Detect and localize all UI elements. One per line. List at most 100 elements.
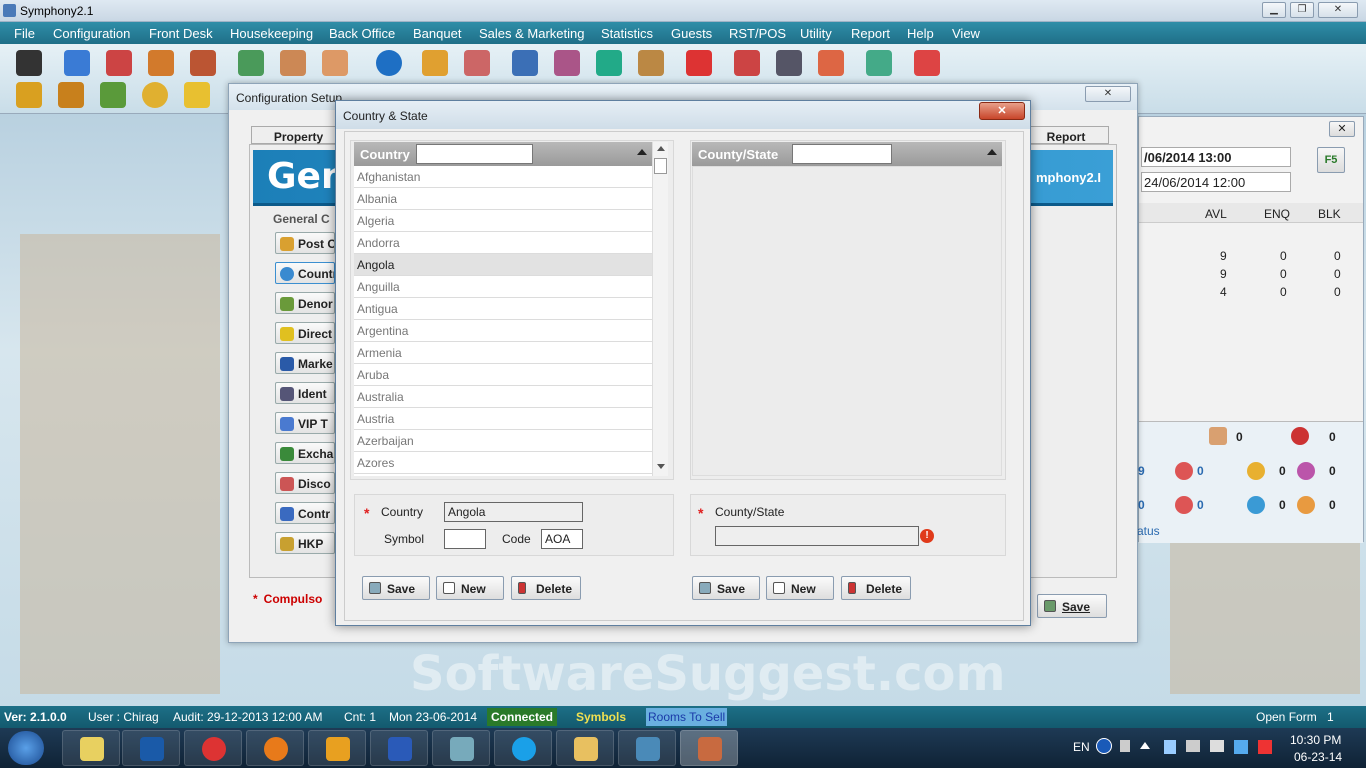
code-field[interactable]: AOA xyxy=(541,529,583,549)
country-list-item[interactable]: Albania xyxy=(354,188,652,210)
departure-date-field[interactable]: 24/06/2014 12:00 xyxy=(1141,172,1291,192)
status-icon-2[interactable] xyxy=(1247,462,1265,480)
sort-up-icon[interactable] xyxy=(987,149,997,155)
country-list-item[interactable]: Angola xyxy=(354,254,652,276)
taskbar-explorer[interactable] xyxy=(556,730,614,766)
taskbar-chrome[interactable] xyxy=(184,730,242,766)
toolbar-icon-3[interactable] xyxy=(106,50,132,76)
menu-rst-pos[interactable]: RST/POS xyxy=(729,26,786,41)
menu-utility[interactable]: Utility xyxy=(800,26,832,41)
postcode-button[interactable]: Post C xyxy=(275,232,335,254)
country-delete-button[interactable]: Delete xyxy=(511,576,581,600)
tab-report[interactable]: Report xyxy=(1023,126,1109,144)
maximize-button[interactable]: ❐ xyxy=(1290,2,1314,18)
status-icon-6[interactable] xyxy=(1297,496,1315,514)
panel-close-button[interactable]: ✕ xyxy=(1329,121,1355,137)
network-icon[interactable] xyxy=(1258,740,1272,754)
denomination-button[interactable]: Denor xyxy=(275,292,335,314)
dropbox-icon[interactable] xyxy=(1234,740,1248,754)
hkp-button[interactable]: HKP xyxy=(275,532,335,554)
toolbar-icon-24[interactable] xyxy=(100,82,126,108)
menu-back-office[interactable]: Back Office xyxy=(329,26,395,41)
sort-up-icon[interactable] xyxy=(637,149,647,155)
menu-statistics[interactable]: Statistics xyxy=(601,26,653,41)
country-list-item[interactable]: Australia xyxy=(354,386,652,408)
refresh-icon[interactable] xyxy=(142,82,168,108)
discount-button[interactable]: Disco xyxy=(275,472,335,494)
country-list-item[interactable]: Azerbaijan xyxy=(354,430,652,452)
scroll-down-icon[interactable] xyxy=(657,464,665,469)
taskbar-outlook[interactable] xyxy=(308,730,366,766)
country-list-item[interactable]: Algeria xyxy=(354,210,652,232)
country-list-item[interactable]: Argentina xyxy=(354,320,652,342)
status-icon-1[interactable] xyxy=(1175,462,1193,480)
clock-time[interactable]: 10:30 PM xyxy=(1290,733,1341,747)
toolbar-icon-17[interactable] xyxy=(734,50,760,76)
signal-icon[interactable] xyxy=(1186,740,1200,752)
taskbar-app-10[interactable] xyxy=(618,730,676,766)
toolbar-icon-11[interactable] xyxy=(464,50,490,76)
country-list-item[interactable]: Antigua xyxy=(354,298,652,320)
country-filter-input[interactable] xyxy=(416,144,533,164)
close-app-button[interactable]: ✕ xyxy=(1318,2,1358,18)
menu-view[interactable]: View xyxy=(952,26,980,41)
contract-button[interactable]: Contr xyxy=(275,502,335,524)
country-list-item[interactable]: Afghanistan xyxy=(354,166,652,188)
identity-button[interactable]: Ident xyxy=(275,382,335,404)
volume-icon[interactable] xyxy=(1210,740,1224,752)
exchange-button[interactable]: Excha xyxy=(275,442,335,464)
toolbar-icon-8[interactable] xyxy=(322,50,348,76)
menu-front-desk[interactable]: Front Desk xyxy=(149,26,213,41)
status-link[interactable]: atus xyxy=(1137,524,1160,538)
toolbar-icon-7[interactable] xyxy=(280,50,306,76)
menu-report[interactable]: Report xyxy=(851,26,890,41)
toolbar-icon-2[interactable] xyxy=(64,50,90,76)
config-save-button[interactable]: Save xyxy=(1037,594,1107,618)
taskbar-symphony[interactable] xyxy=(680,730,738,766)
toolbar-icon-1[interactable] xyxy=(16,50,42,76)
menu-banquet[interactable]: Banquet xyxy=(413,26,461,41)
country-list-item[interactable]: Armenia xyxy=(354,342,652,364)
direction-button[interactable]: Direct xyxy=(275,322,335,344)
refresh-f5-button[interactable]: F5 xyxy=(1317,147,1345,173)
country-button[interactable]: Countr xyxy=(275,262,335,284)
menu-configuration[interactable]: Configuration xyxy=(53,26,130,41)
menu-file[interactable]: File xyxy=(14,26,35,41)
country-list-item[interactable]: Azores xyxy=(354,452,652,474)
toolbar-icon-10[interactable] xyxy=(422,50,448,76)
start-button[interactable] xyxy=(8,731,44,765)
state-field[interactable] xyxy=(715,526,919,546)
status-icon-3[interactable] xyxy=(1297,462,1315,480)
calendar-icon[interactable] xyxy=(686,50,712,76)
cancel-icon[interactable] xyxy=(1291,427,1309,445)
phone-icon[interactable] xyxy=(1209,427,1227,445)
toolbar-icon-15[interactable] xyxy=(638,50,664,76)
help-icon[interactable] xyxy=(1096,738,1112,754)
symbol-field[interactable] xyxy=(444,529,486,549)
state-delete-button[interactable]: Delete xyxy=(841,576,911,600)
country-field[interactable]: Angola xyxy=(444,502,583,522)
toolbar-icon-12[interactable] xyxy=(512,50,538,76)
state-save-button[interactable]: Save xyxy=(692,576,760,600)
state-new-button[interactable]: New xyxy=(766,576,834,600)
tab-property[interactable]: Property xyxy=(251,126,346,144)
toolbar-icon-6[interactable] xyxy=(238,50,264,76)
toolbar-icon-23[interactable] xyxy=(58,82,84,108)
config-close-button[interactable]: ✕ xyxy=(1085,86,1131,102)
show-hidden-icons[interactable] xyxy=(1140,742,1150,749)
market-button[interactable]: Marke xyxy=(275,352,335,374)
country-save-button[interactable]: Save xyxy=(362,576,430,600)
rooms-to-sell-link[interactable]: Rooms To Sell xyxy=(646,708,728,726)
country-list-item[interactable]: Austria xyxy=(354,408,652,430)
scroll-up-icon[interactable] xyxy=(657,146,665,151)
toolbar-icon-13[interactable] xyxy=(554,50,580,76)
toolbar-icon-19[interactable] xyxy=(818,50,844,76)
country-list-item[interactable]: Andorra xyxy=(354,232,652,254)
taskbar-firefox[interactable] xyxy=(246,730,304,766)
toolbar-icon-14[interactable] xyxy=(596,50,622,76)
taskbar-photoshop[interactable] xyxy=(122,730,180,766)
menu-guests[interactable]: Guests xyxy=(671,26,712,41)
status-icon-4[interactable] xyxy=(1175,496,1193,514)
taskbar-app-7[interactable] xyxy=(432,730,490,766)
taskbar-skype[interactable] xyxy=(494,730,552,766)
